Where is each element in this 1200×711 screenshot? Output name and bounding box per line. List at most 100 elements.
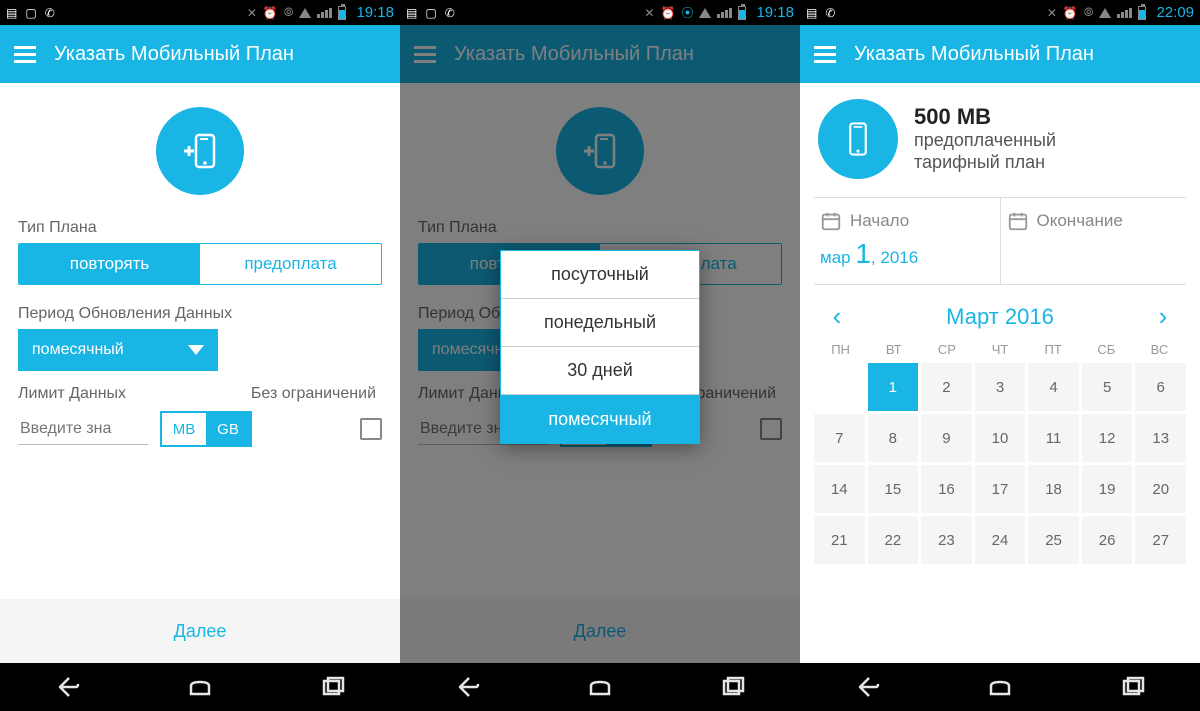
add-phone-icon (578, 129, 622, 173)
screen-plan-setup: ▤ ▢ ✆ ✕ ⏰ ⦾ 19:18 Указать Мобильный План (0, 0, 400, 711)
alarm-icon: ⏰ (263, 6, 278, 20)
status-bar: ▤ ▢ ✆ ✕ ⏰ ⦿ 19:18 (400, 0, 800, 25)
menu-button[interactable] (814, 46, 836, 63)
calendar-dow: ПТ (1027, 342, 1080, 357)
unit-mb[interactable]: MB (162, 413, 206, 445)
notification-icon: ▤ (806, 6, 817, 20)
period-dropdown[interactable]: помесячный (18, 329, 218, 371)
period-option-daily[interactable]: посуточный (501, 251, 699, 299)
menu-button[interactable] (14, 46, 36, 63)
plan-desc-line1: предоплаченный (914, 130, 1056, 152)
home-icon[interactable] (587, 674, 613, 700)
recent-icon[interactable] (1120, 674, 1146, 700)
calendar-day[interactable]: 7 (814, 414, 865, 462)
image-icon: ▢ (425, 6, 436, 20)
calendar-month: Март 2016 (854, 304, 1146, 330)
next-button[interactable]: Далее (400, 599, 800, 663)
status-time: 19:18 (756, 4, 794, 21)
calendar-day[interactable]: 17 (975, 465, 1026, 513)
network-icon (299, 8, 311, 18)
calendar-dow: ЧТ (973, 342, 1026, 357)
unlimited-checkbox[interactable] (360, 418, 382, 440)
notification-icon: ▤ (406, 6, 417, 20)
recent-icon[interactable] (320, 674, 346, 700)
calendar-day[interactable]: 20 (1135, 465, 1186, 513)
unlimited-checkbox[interactable] (760, 418, 782, 440)
nav-bar (800, 663, 1200, 711)
chevron-down-icon (188, 345, 204, 355)
calendar-day[interactable]: 6 (1135, 363, 1186, 411)
calendar-day[interactable]: 11 (1028, 414, 1079, 462)
menu-button[interactable] (414, 46, 436, 63)
unit-gb[interactable]: GB (206, 413, 250, 445)
calendar-day[interactable]: 22 (868, 516, 919, 564)
calendar-day[interactable]: 15 (868, 465, 919, 513)
nav-bar (0, 663, 400, 711)
prev-month-button[interactable]: ‹ (820, 301, 854, 332)
calendar-day[interactable]: 21 (814, 516, 865, 564)
app-bar: Указать Мобильный План (0, 25, 400, 83)
period-option-thirty[interactable]: 30 дней (501, 347, 699, 395)
calendar-day[interactable]: 27 (1135, 516, 1186, 564)
signal-icon (1117, 8, 1132, 18)
next-month-button[interactable]: › (1146, 301, 1180, 332)
calendar-day[interactable]: 10 (975, 414, 1026, 462)
calendar-day[interactable]: 26 (1082, 516, 1133, 564)
period-value: помесячный (32, 341, 124, 359)
calendar-dow: СБ (1080, 342, 1133, 357)
calendar-day[interactable]: 23 (921, 516, 972, 564)
calendar-day[interactable]: 4 (1028, 363, 1079, 411)
period-option-monthly[interactable]: помесячный (501, 395, 699, 443)
calendar-day[interactable]: 1 (868, 363, 919, 411)
calendar-day[interactable]: 2 (921, 363, 972, 411)
end-date-block[interactable]: Окончание (1000, 198, 1187, 284)
calendar-day[interactable]: 5 (1082, 363, 1133, 411)
calendar-day[interactable]: 18 (1028, 465, 1079, 513)
next-button[interactable]: Далее (0, 599, 400, 663)
wifi-icon: ⦿ (681, 4, 693, 21)
calendar-day[interactable]: 3 (975, 363, 1026, 411)
app-bar: Указать Мобильный План (800, 25, 1200, 83)
plan-type-segment: повторять предоплата (18, 243, 382, 285)
unit-segment: MB GB (160, 411, 252, 447)
home-icon[interactable] (987, 674, 1013, 700)
calendar-day[interactable]: 14 (814, 465, 865, 513)
nav-bar (400, 663, 800, 711)
period-option-weekly[interactable]: понедельный (501, 299, 699, 347)
calendar-day[interactable]: 8 (868, 414, 919, 462)
calendar-day[interactable]: 13 (1135, 414, 1186, 462)
calendar-day[interactable]: 9 (921, 414, 972, 462)
calendar-day[interactable]: 16 (921, 465, 972, 513)
calendar-day[interactable]: 25 (1028, 516, 1079, 564)
calendar-day[interactable]: 12 (1082, 414, 1133, 462)
wifi-icon: ⦾ (1084, 5, 1094, 20)
start-year: 2016 (880, 248, 918, 267)
plan-type-repeat[interactable]: повторять (19, 244, 200, 284)
add-phone-icon (178, 129, 222, 173)
battery-icon (338, 6, 346, 20)
battery-icon (1138, 6, 1146, 20)
notification-icon: ▤ (6, 6, 17, 20)
date-range: Начало мар 1, 2016 Окончание (814, 197, 1186, 285)
app-title: Указать Мобильный План (854, 43, 1094, 66)
network-icon (1099, 8, 1111, 18)
plan-hero-icon (556, 107, 644, 195)
calendar-icon (820, 210, 842, 232)
recent-icon[interactable] (720, 674, 746, 700)
calendar-day[interactable]: 24 (975, 516, 1026, 564)
alarm-icon: ⏰ (1063, 6, 1078, 20)
back-icon[interactable] (454, 674, 480, 700)
home-icon[interactable] (187, 674, 213, 700)
start-date-block[interactable]: Начало мар 1, 2016 (814, 198, 1000, 284)
limit-input[interactable] (18, 414, 148, 445)
status-time: 19:18 (356, 4, 394, 21)
plan-type-prepaid[interactable]: предоплата (200, 244, 381, 284)
calendar-day[interactable]: 19 (1082, 465, 1133, 513)
back-icon[interactable] (854, 674, 880, 700)
period-label: Период Обновления Данных (18, 305, 382, 323)
calendar-grid: 1234567891011121314151617181920212223242… (814, 363, 1186, 564)
vibrate-icon: ✕ (1047, 6, 1057, 20)
vibrate-icon: ✕ (247, 6, 257, 20)
back-icon[interactable] (54, 674, 80, 700)
phone-icon (839, 120, 877, 158)
